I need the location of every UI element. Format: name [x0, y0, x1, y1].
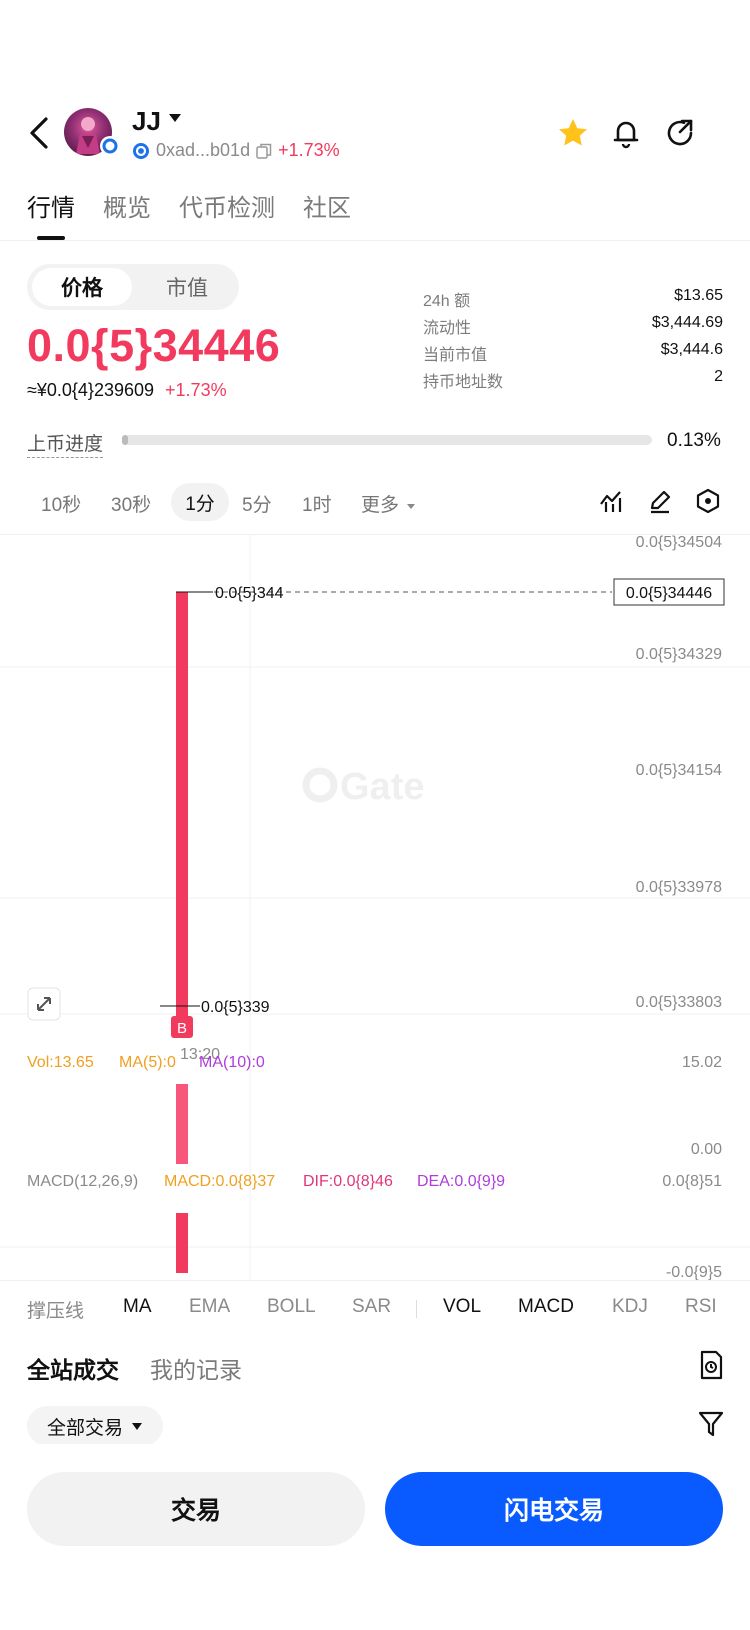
flash-trade-button[interactable]: 闪电交易 — [385, 1472, 723, 1546]
indicator-sar[interactable]: SAR — [352, 1296, 391, 1318]
stat-row: 当前市值 $3,444.6 — [423, 341, 723, 368]
indicator-ema[interactable]: EMA — [189, 1296, 230, 1318]
chevron-down-icon[interactable] — [167, 112, 183, 124]
timeframe-5m[interactable]: 5分 — [242, 490, 272, 517]
indicator-boll[interactable]: BOLL — [267, 1296, 316, 1318]
indicator-rsi[interactable]: RSI — [685, 1296, 717, 1318]
vol-label: Vol:13.65 — [27, 1054, 94, 1071]
vol-bar — [176, 1084, 188, 1164]
token-address: 0xad...b01d — [156, 140, 251, 160]
copy-icon[interactable] — [256, 143, 272, 159]
tab-market[interactable]: 行情 — [27, 188, 75, 223]
price-change-badge: +1.73% — [278, 140, 340, 160]
back-icon[interactable] — [26, 113, 52, 153]
expand-chart-icon — [27, 987, 61, 1021]
stat-label: 持币地址数 — [423, 374, 504, 391]
candle-high-label: 0.0{5}344 — [215, 585, 284, 602]
vol-axis-min: 0.00 — [691, 1141, 722, 1158]
listing-progress-track — [122, 435, 652, 445]
bell-icon[interactable] — [609, 116, 643, 150]
token-stats: 24h 额 $13.65 流动性 $3,444.69 当前市值 $3,444.6… — [423, 287, 723, 395]
indicator-icon[interactable] — [599, 488, 625, 514]
candle — [176, 592, 188, 1016]
tab-community[interactable]: 社区 — [303, 188, 351, 223]
indicator-support-resistance[interactable]: 撑压线 — [27, 1296, 84, 1323]
chain-logo-icon — [133, 142, 149, 159]
vol-ma10-label: MA(10):0 — [199, 1054, 265, 1071]
tab-my-records[interactable]: 我的记录 — [150, 1351, 242, 1385]
stat-row: 持币地址数 2 — [423, 368, 723, 395]
star-icon[interactable] — [556, 116, 590, 150]
macd-dea: DEA:0.0{9}9 — [417, 1173, 505, 1190]
divider — [0, 240, 750, 241]
macd-axis-min: -0.0{9}5 — [666, 1264, 722, 1280]
macd-name: MACD(12,26,9) — [27, 1173, 138, 1190]
divider — [0, 1280, 750, 1281]
price-cny: ≈¥0.0{4}239609 — [27, 380, 155, 400]
stat-row: 流动性 $3,444.69 — [423, 314, 723, 341]
timeframe-more-label: 更多 — [361, 495, 400, 516]
timeframe-more[interactable]: 更多 — [361, 490, 416, 517]
timeframe-10s[interactable]: 10秒 — [41, 490, 81, 517]
caret-down-icon — [407, 504, 416, 509]
macd-bar — [176, 1213, 188, 1273]
indicator-divider — [416, 1300, 417, 1318]
y-axis-label: 0.0{5}33978 — [636, 879, 722, 896]
timeframe-1m[interactable]: 1分 — [171, 483, 229, 521]
filter-funnel-icon[interactable] — [698, 1410, 724, 1438]
indicator-vol[interactable]: VOL — [443, 1296, 481, 1318]
listing-progress-value: 0.13% — [667, 430, 721, 451]
token-name[interactable]: JJ — [132, 106, 161, 137]
share-icon[interactable] — [663, 116, 697, 150]
listing-progress-fill — [122, 435, 128, 445]
watermark-text: Gate — [340, 766, 424, 808]
current-price: 0.0{5}34446 — [27, 320, 281, 371]
section-tabs: 行情 概览 代币检测 社区 — [27, 188, 351, 223]
indicator-macd[interactable]: MACD — [518, 1296, 574, 1318]
toggle-price[interactable]: 价格 — [32, 268, 132, 306]
chart-settings-icon[interactable] — [695, 488, 721, 514]
y-axis-label: 0.0{5}34329 — [636, 646, 722, 663]
y-axis-label: 0.0{5}34154 — [636, 762, 722, 779]
candle-low-label: 0.0{5}339 — [201, 999, 270, 1016]
gate-watermark: Gate — [302, 766, 424, 808]
tab-overview[interactable]: 概览 — [103, 188, 151, 223]
indicator-ma[interactable]: MA — [123, 1296, 152, 1318]
stat-value: $3,444.6 — [660, 341, 723, 358]
trade-button[interactable]: 交易 — [27, 1472, 365, 1546]
timeframe-30s[interactable]: 30秒 — [111, 490, 151, 517]
macd-dif: DIF:0.0{8}46 — [303, 1173, 393, 1190]
price-cny-row: ≈¥0.0{4}239609 +1.73% — [27, 380, 227, 401]
stat-label: 24h 额 — [423, 293, 471, 310]
vol-axis-max: 15.02 — [682, 1054, 722, 1071]
tab-token-check[interactable]: 代币检测 — [179, 188, 275, 223]
stat-value: $3,444.69 — [651, 314, 723, 331]
y-axis-label: 0.0{5}33803 — [636, 994, 722, 1011]
macd-axis-max: 0.0{8}51 — [662, 1173, 722, 1190]
indicator-kdj[interactable]: KDJ — [612, 1296, 648, 1318]
stat-label: 流动性 — [423, 320, 472, 337]
kline-chart[interactable]: Gate 0.0{5}34504 0.0{5}34329 0.0{5}34154… — [0, 535, 750, 1280]
stat-row: 24h 额 $13.65 — [423, 287, 723, 314]
caret-down-icon — [132, 1422, 142, 1430]
timeframe-1h[interactable]: 1时 — [302, 490, 332, 517]
draw-pencil-icon[interactable] — [647, 488, 673, 514]
toggle-market-cap[interactable]: 市值 — [142, 268, 232, 306]
tab-all-trades[interactable]: 全站成交 — [27, 1351, 119, 1385]
trade-filter-dropdown[interactable]: 全部交易 — [27, 1406, 163, 1446]
stat-value: 2 — [714, 368, 723, 385]
vol-ma5-label: MA(5):0 — [119, 1054, 176, 1071]
buy-marker-text: B — [177, 1020, 187, 1037]
y-axis-label: 0.0{5}34504 — [636, 535, 722, 551]
stat-value: $13.65 — [674, 287, 723, 304]
macd-value: MACD:0.0{8}37 — [164, 1173, 275, 1190]
chain-badge-icon — [100, 136, 120, 156]
price-change: +1.73% — [165, 380, 227, 400]
listing-progress-label[interactable]: 上币进度 — [27, 429, 104, 458]
current-price-tag-text: 0.0{5}34446 — [626, 585, 712, 602]
history-icon[interactable] — [698, 1350, 724, 1380]
trade-filter-label: 全部交易 — [46, 1417, 123, 1439]
stat-label: 当前市值 — [423, 347, 488, 364]
